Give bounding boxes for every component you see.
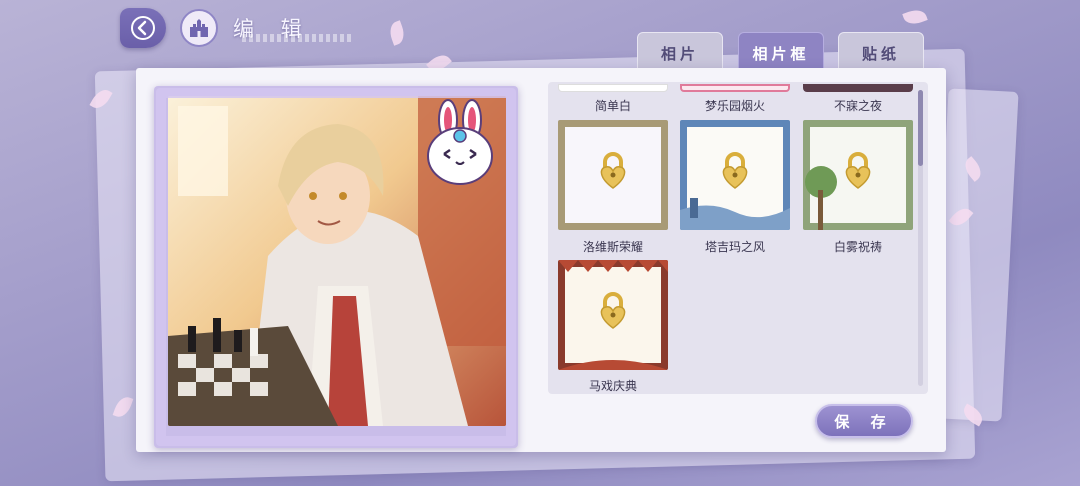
frame-label: 不寐之夜: [833, 99, 882, 113]
frame-thumb-lovis-glory[interactable]: [558, 120, 668, 230]
tab-photo-frame[interactable]: 相片框: [738, 32, 824, 72]
lock-icon: [722, 152, 748, 189]
petal-decoration: [386, 20, 408, 46]
save-button[interactable]: 保 存: [815, 404, 913, 438]
back-arrow-icon: [131, 16, 155, 40]
home-button[interactable]: [180, 9, 218, 47]
frame-label: 梦乐园烟火: [704, 99, 765, 113]
frame-thumb-circus-celebration[interactable]: [558, 260, 668, 370]
castle-icon: [190, 19, 208, 37]
scrollbar-thumb[interactable]: [918, 90, 923, 166]
frame-label: 白雾祝祷: [833, 240, 882, 254]
frame-label: 马戏庆典: [588, 379, 637, 393]
frame-label: 塔吉玛之风: [704, 240, 765, 254]
frame-thumb-partial[interactable]: [803, 84, 913, 92]
back-button[interactable]: [120, 8, 166, 48]
lock-icon: [600, 292, 626, 329]
lock-icon: [600, 152, 626, 189]
tab-stickers[interactable]: 贴纸: [838, 32, 924, 72]
title-decoration: [242, 34, 352, 42]
frame-thumb-tajima-wind[interactable]: [680, 120, 790, 230]
frame-thumb-white-mist-prayer[interactable]: [803, 120, 913, 230]
frame-thumb-partial[interactable]: [558, 84, 668, 92]
frame-label: 洛维斯荣耀: [582, 240, 643, 254]
frame-thumb-partial[interactable]: [680, 84, 790, 92]
tab-photo[interactable]: 相片: [637, 32, 723, 72]
petal-decoration: [902, 6, 928, 28]
lock-icon: [845, 152, 871, 189]
frame-label: 简单白: [594, 99, 631, 113]
bunny-sticker[interactable]: [420, 98, 502, 190]
